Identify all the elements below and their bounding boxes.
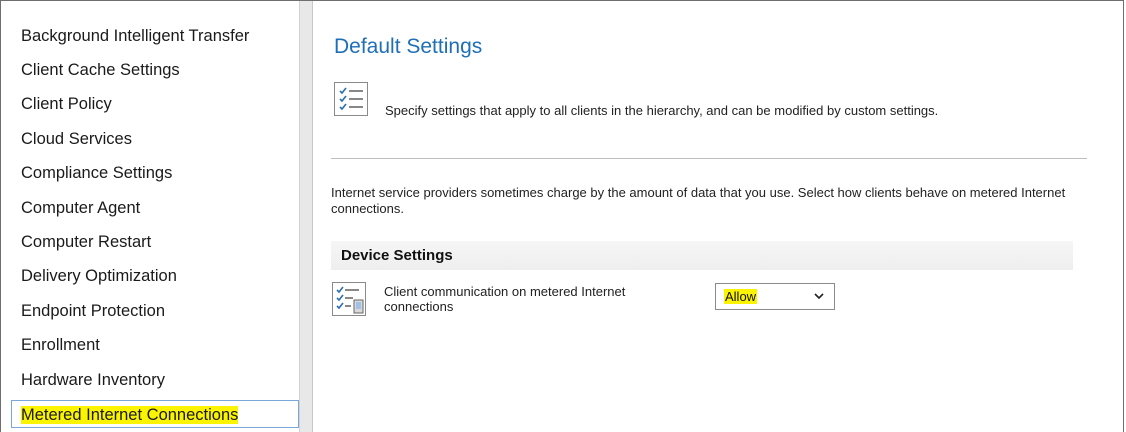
- sidebar-item-endpoint-protection[interactable]: Endpoint Protection: [11, 297, 281, 325]
- metered-info-text: Internet service providers sometimes cha…: [331, 185, 1066, 216]
- sidebar-item-client-policy[interactable]: Client Policy: [11, 90, 281, 118]
- sidebar-item-hardware-inventory[interactable]: Hardware Inventory: [11, 366, 281, 394]
- sidebar-item-label: Client Policy: [21, 95, 112, 113]
- setting-label-metered-communication: Client communication on metered Internet…: [384, 284, 626, 314]
- checklist-icon: [334, 82, 368, 116]
- sidebar-item-label: Client Cache Settings: [21, 61, 180, 79]
- page-title: Default Settings: [334, 35, 483, 58]
- metered-communication-dropdown[interactable]: Allow: [715, 283, 835, 310]
- sidebar-item-compliance-settings[interactable]: Compliance Settings: [11, 159, 281, 187]
- settings-detail-pane: Default Settings Specify settings that a…: [313, 1, 1123, 432]
- sidebar-item-enrollment[interactable]: Enrollment: [11, 331, 281, 359]
- dropdown-selected-value: Allow: [724, 289, 758, 304]
- device-settings-header: Device Settings: [331, 241, 1073, 270]
- settings-category-list: Background Intelligent Transfer Client C…: [1, 1, 299, 432]
- sidebar-item-label: Computer Restart: [21, 233, 152, 251]
- sidebar-item-client-cache-settings[interactable]: Client Cache Settings: [11, 56, 281, 84]
- sidebar-item-background-intelligent-transfer[interactable]: Background Intelligent Transfer: [11, 22, 281, 50]
- sidebar-item-label: Compliance Settings: [21, 164, 173, 182]
- sidebar-item-label: Computer Agent: [21, 199, 141, 217]
- sidebar-item-delivery-optimization[interactable]: Delivery Optimization: [11, 262, 281, 290]
- sidebar-item-metered-internet-connections[interactable]: Metered Internet Connections: [11, 400, 299, 428]
- checklist-device-icon: [332, 282, 366, 316]
- sidebar-item-label: Delivery Optimization: [21, 267, 177, 285]
- sidebar-item-label: Hardware Inventory: [21, 371, 165, 389]
- pane-splitter[interactable]: [299, 1, 313, 432]
- section-title: Device Settings: [341, 247, 453, 264]
- sidebar-item-computer-restart[interactable]: Computer Restart: [11, 228, 281, 256]
- sidebar-item-cloud-services[interactable]: Cloud Services: [11, 125, 281, 153]
- divider: [331, 158, 1087, 159]
- chevron-down-icon: [814, 293, 824, 300]
- sidebar-item-computer-agent[interactable]: Computer Agent: [11, 194, 281, 222]
- sidebar-item-label: Metered Internet Connections: [21, 406, 239, 424]
- sidebar-item-label: Background Intelligent Transfer: [21, 27, 250, 45]
- sidebar-item-label: Enrollment: [21, 336, 100, 354]
- page-description: Specify settings that apply to all clien…: [385, 103, 939, 118]
- sidebar-item-label: Endpoint Protection: [21, 302, 166, 320]
- sidebar-item-label: Cloud Services: [21, 130, 132, 148]
